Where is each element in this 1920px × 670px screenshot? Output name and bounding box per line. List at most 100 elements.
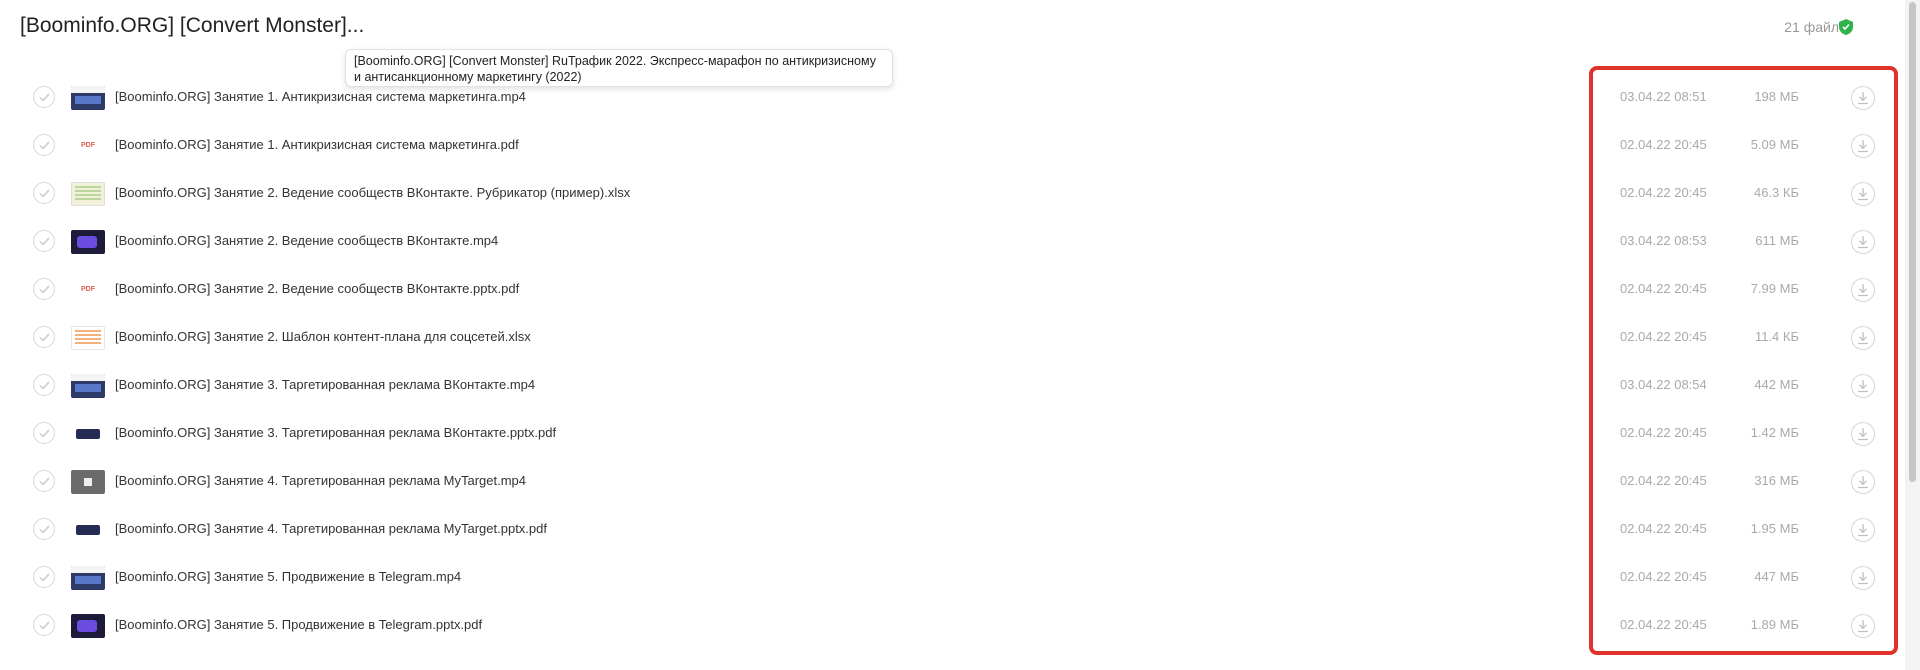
download-button[interactable]	[1851, 278, 1875, 302]
checkmark-icon	[39, 141, 50, 150]
download-button[interactable]	[1851, 374, 1875, 398]
file-thumbnail	[71, 326, 105, 350]
file-thumbnail	[71, 230, 105, 254]
file-name[interactable]: [Boominfo.ORG] Занятие 5. Продвижение в …	[115, 569, 461, 584]
file-size: 316 МБ	[1754, 473, 1799, 488]
file-thumbnail: PDF	[71, 278, 105, 302]
file-name[interactable]: [Boominfo.ORG] Занятие 4. Таргетированна…	[115, 521, 547, 536]
file-row[interactable]: [Boominfo.ORG] Занятие 1. Антикризисная …	[0, 74, 1905, 122]
file-size: 11.4 КБ	[1754, 329, 1799, 344]
scrollbar[interactable]	[1905, 0, 1920, 670]
file-size: 5.09 МБ	[1750, 137, 1799, 152]
file-name[interactable]: [Boominfo.ORG] Занятие 2. Ведение сообще…	[115, 185, 630, 200]
file-date: 03.04.22 08:51	[1620, 89, 1707, 104]
file-name[interactable]: [Boominfo.ORG] Занятие 3. Таргетированна…	[115, 377, 535, 392]
file-row[interactable]: [Boominfo.ORG] Занятие 4. Таргетированна…	[0, 458, 1905, 506]
download-icon	[1858, 284, 1868, 297]
file-name[interactable]: [Boominfo.ORG] Занятие 2. Ведение сообще…	[115, 281, 519, 296]
file-name[interactable]: [Boominfo.ORG] Занятие 3. Таргетированна…	[115, 425, 556, 440]
checkmark-icon	[39, 189, 50, 198]
file-date: 02.04.22 20:45	[1620, 521, 1707, 536]
file-row[interactable]: [Boominfo.ORG] Занятие 5. Продвижение в …	[0, 602, 1905, 650]
file-size: 611 МБ	[1755, 233, 1799, 248]
select-checkbox[interactable]	[33, 614, 55, 636]
download-button[interactable]	[1851, 230, 1875, 254]
file-size: 46.3 КБ	[1753, 185, 1799, 200]
download-button[interactable]	[1851, 86, 1875, 110]
file-date: 02.04.22 20:45	[1620, 617, 1707, 632]
download-button[interactable]	[1851, 470, 1875, 494]
file-row[interactable]: [Boominfo.ORG] Занятие 2. Шаблон контент…	[0, 314, 1905, 362]
select-checkbox[interactable]	[33, 230, 55, 252]
download-button[interactable]	[1851, 182, 1875, 206]
file-size: 1.42 МБ	[1750, 425, 1799, 440]
file-thumbnail	[71, 182, 105, 206]
checkmark-icon	[39, 621, 50, 630]
file-date: 02.04.22 20:45	[1620, 473, 1707, 488]
file-row[interactable]: PDF [Boominfo.ORG] Занятие 1. Антикризисн…	[0, 122, 1905, 170]
pdf-icon: PDF	[81, 142, 95, 149]
file-thumbnail	[71, 566, 105, 590]
file-size: 7.99 МБ	[1750, 281, 1799, 296]
file-name[interactable]: [Boominfo.ORG] Занятие 2. Шаблон контент…	[115, 329, 531, 344]
checkmark-icon	[39, 573, 50, 582]
file-name[interactable]: [Boominfo.ORG] Занятие 4. Таргетированна…	[115, 473, 526, 488]
file-row[interactable]: [Boominfo.ORG] Занятие 2. Ведение сообще…	[0, 170, 1905, 218]
checkmark-icon	[39, 477, 50, 486]
file-name[interactable]: [Boominfo.ORG] Занятие 2. Ведение сообще…	[115, 233, 498, 248]
file-row[interactable]: [Boominfo.ORG] Занятие 3. Таргетированна…	[0, 410, 1905, 458]
file-row[interactable]: PDF [Boominfo.ORG] Занятие 2. Ведение соо…	[0, 266, 1905, 314]
download-icon	[1858, 236, 1868, 249]
select-checkbox[interactable]	[33, 134, 55, 156]
select-checkbox[interactable]	[33, 518, 55, 540]
file-name[interactable]: [Boominfo.ORG] Занятие 1. Антикризисная …	[115, 137, 519, 152]
download-button[interactable]	[1851, 566, 1875, 590]
download-icon	[1858, 428, 1868, 441]
file-thumbnail	[71, 614, 105, 638]
select-checkbox[interactable]	[33, 422, 55, 444]
select-checkbox[interactable]	[33, 278, 55, 300]
download-icon	[1858, 380, 1868, 393]
file-row[interactable]: [Boominfo.ORG] Занятие 4. Таргетированна…	[0, 506, 1905, 554]
file-thumbnail	[71, 422, 105, 446]
file-count: 21 файл	[1784, 19, 1839, 35]
checkmark-icon	[39, 237, 50, 246]
file-name[interactable]: [Boominfo.ORG] Занятие 1. Антикризисная …	[115, 89, 526, 104]
file-date: 02.04.22 20:45	[1620, 137, 1707, 152]
download-icon	[1858, 524, 1868, 537]
download-button[interactable]	[1851, 326, 1875, 350]
checkmark-icon	[39, 429, 50, 438]
file-date: 02.04.22 20:45	[1620, 425, 1707, 440]
select-checkbox[interactable]	[33, 566, 55, 588]
download-button[interactable]	[1851, 134, 1875, 158]
download-icon	[1858, 92, 1868, 105]
select-checkbox[interactable]	[33, 182, 55, 204]
select-checkbox[interactable]	[33, 374, 55, 396]
checkmark-icon	[39, 381, 50, 390]
select-checkbox[interactable]	[33, 470, 55, 492]
file-thumbnail	[71, 374, 105, 398]
file-row[interactable]: [Boominfo.ORG] Занятие 3. Таргетированна…	[0, 362, 1905, 410]
folder-title: [Boominfo.ORG] [Convert Monster]...	[20, 14, 365, 37]
download-icon	[1858, 332, 1868, 345]
file-thumbnail: PDF	[71, 134, 105, 158]
download-icon	[1858, 476, 1868, 489]
download-button[interactable]	[1851, 518, 1875, 542]
file-thumbnail	[71, 86, 105, 110]
shield-check-icon	[1839, 19, 1853, 35]
select-checkbox[interactable]	[33, 326, 55, 348]
file-thumbnail	[71, 470, 105, 494]
select-checkbox[interactable]	[33, 86, 55, 108]
download-button[interactable]	[1851, 422, 1875, 446]
file-row[interactable]: [Boominfo.ORG] Занятие 2. Ведение сообще…	[0, 218, 1905, 266]
file-row[interactable]: [Boominfo.ORG] Занятие 5. Продвижение в …	[0, 554, 1905, 602]
file-name[interactable]: [Boominfo.ORG] Занятие 5. Продвижение в …	[115, 617, 482, 632]
file-size: 198 МБ	[1754, 89, 1799, 104]
file-date: 03.04.22 08:54	[1620, 377, 1707, 392]
checkmark-icon	[39, 333, 50, 342]
file-size: 1.95 МБ	[1750, 521, 1799, 536]
checkmark-icon	[39, 93, 50, 102]
download-button[interactable]	[1851, 614, 1875, 638]
scrollbar-thumb[interactable]	[1909, 2, 1916, 482]
pdf-icon: PDF	[81, 286, 95, 293]
